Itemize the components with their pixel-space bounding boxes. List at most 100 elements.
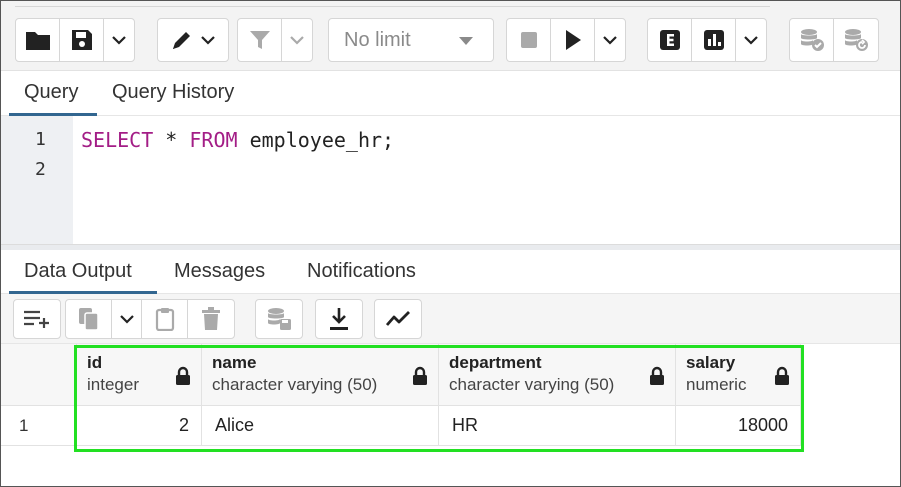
filter-button-group bbox=[237, 18, 313, 62]
edit-options-button[interactable] bbox=[158, 19, 228, 61]
row-number[interactable]: 1 bbox=[1, 406, 77, 446]
explain-button-group bbox=[647, 18, 767, 62]
filter-button[interactable] bbox=[238, 19, 282, 61]
grid-corner-select-all[interactable] bbox=[1, 344, 77, 406]
database-save-icon bbox=[268, 308, 291, 330]
filter-options-dropdown[interactable] bbox=[282, 19, 312, 61]
save-file-button[interactable] bbox=[60, 19, 104, 61]
trash-icon bbox=[202, 307, 220, 330]
execute-button-group bbox=[506, 18, 626, 62]
commit-button[interactable] bbox=[790, 19, 834, 61]
lock-icon bbox=[176, 366, 190, 385]
query-tool-window: No limit Query Query History 1 2 SELECT … bbox=[0, 0, 901, 487]
clipboard-icon bbox=[155, 308, 174, 331]
commit-icon bbox=[800, 29, 824, 51]
output-tab-bar: Data Output Messages Notifications bbox=[1, 250, 900, 294]
graph-visualiser-button[interactable] bbox=[375, 300, 421, 338]
table-cell-name[interactable]: Alice bbox=[202, 406, 439, 446]
sql-code-line[interactable]: SELECT * FROM employee_hr; bbox=[81, 128, 394, 152]
edit-button-group bbox=[157, 18, 229, 62]
save-icon bbox=[71, 30, 92, 50]
column-header-id[interactable]: id integer bbox=[77, 344, 202, 406]
table-cell-department[interactable]: HR bbox=[439, 406, 676, 446]
add-row-button[interactable] bbox=[14, 300, 60, 338]
tab-query[interactable]: Query bbox=[9, 71, 97, 116]
sql-keyword-select: SELECT bbox=[81, 128, 154, 152]
folder-icon bbox=[25, 32, 50, 50]
explain-icon bbox=[659, 30, 680, 50]
column-type: character varying (50) bbox=[212, 375, 378, 394]
edit-pen-icon bbox=[173, 32, 190, 49]
rollback-button[interactable] bbox=[834, 19, 878, 61]
sql-editor[interactable]: 1 2 SELECT * FROM employee_hr; bbox=[1, 116, 900, 244]
tab-notifications[interactable]: Notifications bbox=[307, 250, 416, 294]
file-button-group bbox=[15, 18, 135, 62]
lock-icon bbox=[413, 366, 427, 385]
copy-button[interactable] bbox=[66, 300, 112, 338]
table-cell-id[interactable]: 2 bbox=[77, 406, 202, 446]
result-data-grid: id integer name character varying (50) d… bbox=[1, 344, 900, 486]
lock-icon bbox=[650, 366, 664, 385]
filter-icon bbox=[249, 31, 270, 49]
tab-data-output-label: Data Output bbox=[24, 260, 132, 282]
column-name: name bbox=[212, 353, 257, 372]
sql-table-name: employee_hr; bbox=[237, 128, 395, 152]
caret-down-icon bbox=[459, 37, 473, 45]
chevron-down-icon bbox=[201, 36, 215, 45]
tab-query-label: Query bbox=[24, 81, 79, 103]
graph-group bbox=[374, 299, 422, 339]
line-number: 2 bbox=[35, 159, 46, 180]
chevron-down-icon bbox=[744, 36, 758, 45]
row-limit-select[interactable]: No limit bbox=[328, 18, 494, 62]
explain-button[interactable] bbox=[648, 19, 692, 61]
rollback-icon bbox=[845, 29, 868, 51]
execute-button[interactable] bbox=[551, 19, 595, 61]
open-file-button[interactable] bbox=[16, 19, 60, 61]
tab-data-output[interactable]: Data Output bbox=[9, 250, 157, 294]
data-output-toolbar bbox=[1, 294, 900, 344]
lock-icon bbox=[775, 366, 789, 385]
column-header-department[interactable]: department character varying (50) bbox=[439, 344, 676, 406]
chevron-down-icon bbox=[112, 36, 126, 45]
add-row-group bbox=[13, 299, 61, 339]
add-row-icon bbox=[24, 310, 49, 328]
stop-button[interactable] bbox=[507, 19, 551, 61]
column-header-name[interactable]: name character varying (50) bbox=[202, 344, 439, 406]
tab-messages-label: Messages bbox=[174, 260, 266, 282]
download-csv-button[interactable] bbox=[316, 300, 362, 338]
copy-button-group bbox=[65, 299, 235, 339]
sql-keyword-from: FROM bbox=[189, 128, 238, 152]
line-number: 1 bbox=[35, 129, 46, 150]
row-limit-value: No limit bbox=[344, 28, 411, 51]
line-chart-icon bbox=[385, 311, 410, 326]
column-type: character varying (50) bbox=[449, 375, 615, 394]
explain-analyze-button[interactable] bbox=[692, 19, 736, 61]
column-header-salary[interactable]: salary numeric bbox=[676, 344, 801, 406]
query-tab-bar: Query Query History bbox=[1, 71, 900, 116]
copy-icon bbox=[78, 308, 99, 331]
explain-analyze-icon bbox=[703, 30, 724, 50]
explain-options-dropdown[interactable] bbox=[736, 19, 766, 61]
chevron-down-icon bbox=[290, 36, 304, 45]
stop-icon bbox=[520, 32, 537, 48]
execute-options-dropdown[interactable] bbox=[595, 19, 625, 61]
save-data-changes-button[interactable] bbox=[256, 300, 302, 338]
sql-token: * bbox=[153, 128, 190, 152]
download-group bbox=[315, 299, 363, 339]
download-icon bbox=[330, 308, 348, 330]
transaction-button-group bbox=[789, 18, 879, 62]
query-toolbar: No limit bbox=[1, 1, 900, 71]
delete-row-button[interactable] bbox=[188, 300, 234, 338]
toolbar-divider bbox=[15, 6, 770, 7]
line-number-gutter: 1 2 bbox=[1, 116, 73, 244]
tab-messages[interactable]: Messages bbox=[174, 250, 265, 294]
copy-options-dropdown[interactable] bbox=[112, 300, 142, 338]
tab-notifications-label: Notifications bbox=[307, 260, 416, 282]
save-options-dropdown[interactable] bbox=[104, 19, 134, 61]
tab-query-history[interactable]: Query History bbox=[112, 71, 234, 116]
table-cell-salary[interactable]: 18000 bbox=[676, 406, 801, 446]
paste-button[interactable] bbox=[142, 300, 188, 338]
play-icon bbox=[565, 30, 581, 50]
chevron-down-icon bbox=[603, 36, 617, 45]
save-data-group bbox=[255, 299, 303, 339]
